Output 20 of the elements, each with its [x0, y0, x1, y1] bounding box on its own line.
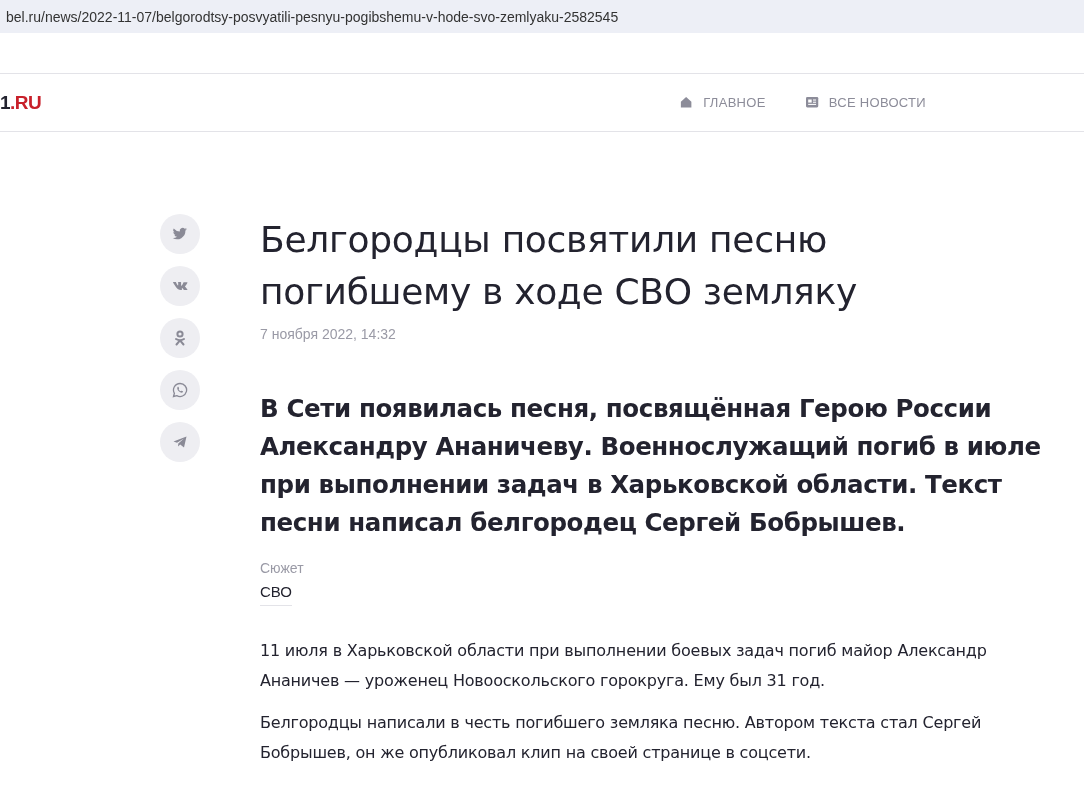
- share-button[interactable]: [160, 214, 200, 254]
- bird-icon: [172, 226, 188, 242]
- story-link[interactable]: СВО: [260, 583, 292, 606]
- url-text: bel.ru/news/2022-11-07/belgorodtsy-posvyatili-pesnyu-pogibshemu-v-hode-svo-zemlyaku-2582545: [6, 8, 619, 25]
- article-title: Белгородцы посвятили песню погибшему в ходе СВО земляку: [260, 218, 858, 314]
- address-bar[interactable]: bel.ru/news/2022-11-07/belgorodtsy-posvyatili-pesnyu-pogibshemu-v-hode-svo-zemlyaku-2582545: [0, 0, 1084, 33]
- share-button[interactable]: [160, 266, 200, 306]
- article-paragraph: 11 июля в Харьковской области при выполнении боевых задач погиб майор Александр Ананичев — уроженец Новооскольского горокруга. Ему был 31 год.: [260, 640, 988, 692]
- story-label: Сюжет: [260, 560, 305, 576]
- phone-bubble-icon: [172, 382, 188, 398]
- share-button[interactable]: [160, 422, 200, 462]
- person-icon: [172, 330, 188, 346]
- share-button[interactable]: [160, 370, 200, 410]
- article-paragraph: Белгородцы написали в честь погибшего земляка песню. Автором текста стал Сергей Бобрышев, он же опубликовал клип на своей странице в соцсети.: [260, 712, 983, 764]
- share-button[interactable]: [160, 318, 200, 358]
- paper-plane-icon: [172, 434, 188, 450]
- article-date: 7 ноября 2022, 14:32: [260, 326, 397, 342]
- newspaper-icon: [805, 95, 820, 110]
- article-lead: В Сети появилась песня, посвящённая Герою России Александру Ананичеву. Военнослужащий погиб в июле при выполнении задач в Харьковской области. Текст песни написал белгородец Сергей Бобрышев.: [260, 393, 1042, 539]
- site-logo[interactable]: 1.RU: [0, 91, 42, 114]
